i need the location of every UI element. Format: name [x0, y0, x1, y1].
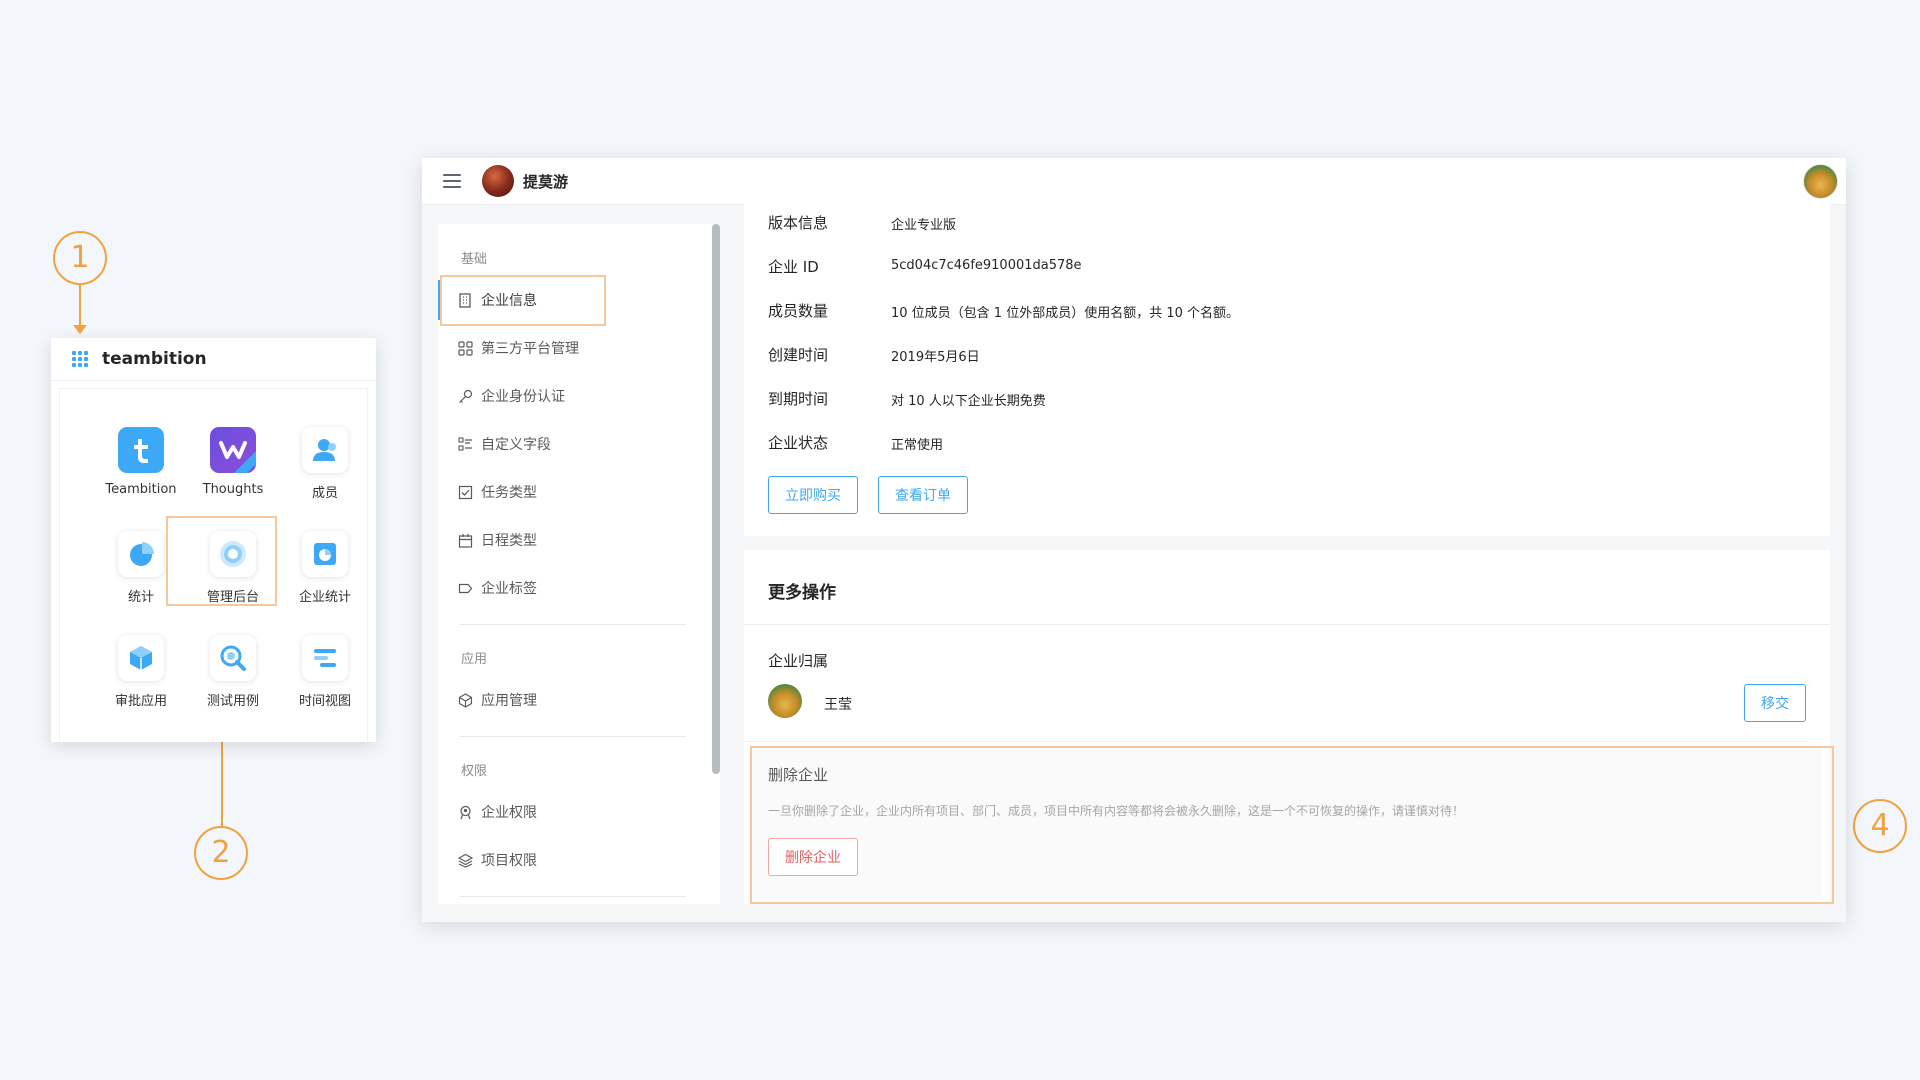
- sidebar-group-apps: 应用: [461, 652, 488, 667]
- app-label: 时间视图: [298, 694, 351, 709]
- card-divider: [744, 624, 1830, 625]
- info-label-created: 创建时间: [768, 346, 829, 364]
- app-label: 成员: [311, 486, 338, 501]
- app-approval[interactable]: 审批应用: [96, 635, 186, 709]
- info-label-members: 成员数量: [768, 302, 829, 320]
- annotation-arrow-1: [73, 325, 87, 334]
- settings-sidebar: 基础 企业信息 第三方平台管理 企业身份认证 自定义字段 任务类型 日程类型 企…: [438, 224, 720, 904]
- sidebar-item-label: 日程类型: [481, 533, 537, 549]
- calendar-icon: [457, 532, 473, 548]
- enterprise-stats-icon: [302, 531, 348, 577]
- app-label: Thoughts: [202, 482, 264, 497]
- annotation-marker-2: 2: [194, 826, 248, 880]
- enterprise-info-card: 版本信息 企业专业版 企业 ID 5cd04c7c46fe910001da578…: [744, 204, 1830, 536]
- app-thoughts[interactable]: Thoughts: [188, 427, 278, 497]
- info-value-created: 2019年5月6日: [891, 350, 980, 365]
- annotation-marker-1: 1: [53, 231, 107, 285]
- sidebar-group-permissions: 权限: [461, 764, 488, 779]
- cube-icon: [457, 692, 473, 708]
- buy-now-button[interactable]: 立即购买: [768, 476, 858, 514]
- info-label-version: 版本信息: [768, 214, 829, 232]
- annotation-marker-4: 4: [1853, 799, 1907, 853]
- info-label-id: 企业 ID: [768, 258, 819, 276]
- info-value-expiry: 对 10 人以下企业长期免费: [891, 394, 1046, 409]
- app-test-case[interactable]: 测试用例: [188, 635, 278, 709]
- sidebar-item-label: 任务类型: [481, 485, 537, 501]
- highlight-delete-enterprise: [750, 746, 1834, 904]
- sidebar-item-label: 企业标签: [481, 581, 537, 597]
- sidebar-item-project-permissions[interactable]: 项目权限: [438, 840, 688, 880]
- sidebar-scrollbar[interactable]: [712, 224, 720, 774]
- approval-cube-icon: [118, 635, 164, 681]
- sidebar-item-third-party[interactable]: 第三方平台管理: [438, 328, 688, 368]
- sidebar-item-task-types[interactable]: 任务类型: [438, 472, 688, 512]
- app-label: 测试用例: [206, 694, 259, 709]
- ownership-title: 企业归属: [768, 652, 829, 670]
- teambition-logo-icon: [118, 427, 164, 473]
- highlight-enterprise-info: [440, 275, 606, 326]
- sidebar-item-label: 应用管理: [481, 693, 537, 709]
- organization-logo: [482, 165, 514, 197]
- owner-name: 王莹: [824, 697, 852, 713]
- sidebar-item-label: 企业身份认证: [481, 389, 565, 405]
- app-grid-icon[interactable]: [72, 351, 88, 367]
- sidebar-item-identity-auth[interactable]: 企业身份认证: [438, 376, 688, 416]
- app-timeline[interactable]: 时间视图: [280, 635, 370, 709]
- sidebar-item-custom-fields[interactable]: 自定义字段: [438, 424, 688, 464]
- user-avatar[interactable]: [1803, 164, 1838, 199]
- sidebar-item-label: 项目权限: [481, 853, 537, 869]
- key-icon: [457, 388, 473, 404]
- organization-name[interactable]: 提莫游: [523, 171, 568, 192]
- apps-grid-icon: [457, 340, 473, 356]
- checkbox-icon: [457, 484, 473, 500]
- sidebar-item-app-management[interactable]: 应用管理: [438, 680, 688, 720]
- sidebar-group-basic: 基础: [461, 252, 488, 267]
- layers-icon: [457, 852, 473, 868]
- annotation-line-1: [79, 284, 81, 328]
- app-label: 审批应用: [114, 694, 167, 709]
- brand-name: teambition: [102, 349, 207, 369]
- launcher-header: teambition: [51, 338, 376, 381]
- owner-avatar: [768, 684, 802, 718]
- sidebar-item-enterprise-tags[interactable]: 企业标签: [438, 568, 688, 608]
- form-fields-icon: [457, 436, 473, 452]
- info-value-version: 企业专业版: [891, 218, 957, 233]
- sidebar-item-label: 第三方平台管理: [481, 341, 579, 357]
- top-bar: 提莫游: [422, 158, 1846, 205]
- sidebar-item-label: 企业权限: [481, 805, 537, 821]
- sidebar-divider: [460, 896, 686, 897]
- info-label-status: 企业状态: [768, 434, 829, 452]
- sidebar-item-enterprise-permissions[interactable]: 企业权限: [438, 792, 688, 832]
- sidebar-item-schedule-types[interactable]: 日程类型: [438, 520, 688, 560]
- members-icon: [302, 427, 348, 473]
- timeline-icon: [302, 635, 348, 681]
- pie-chart-icon: [118, 531, 164, 577]
- ownership-divider: [744, 741, 1808, 742]
- info-label-expiry: 到期时间: [768, 390, 829, 408]
- info-value-id: 5cd04c7c46fe910001da578e: [891, 258, 1082, 273]
- app-members[interactable]: 成员: [280, 427, 370, 501]
- info-value-status: 正常使用: [891, 438, 944, 453]
- sidebar-divider: [460, 624, 686, 625]
- view-orders-button[interactable]: 查看订单: [878, 476, 968, 514]
- app-label: Teambition: [105, 482, 177, 497]
- hamburger-menu-icon[interactable]: [443, 174, 461, 188]
- app-teambition[interactable]: Teambition: [96, 427, 186, 497]
- test-case-icon: [210, 635, 256, 681]
- info-value-members: 10 位成员（包含 1 位外部成员）使用名额，共 10 个名额。: [891, 306, 1240, 321]
- transfer-button[interactable]: 移交: [1744, 684, 1806, 722]
- app-enterprise-stats[interactable]: 企业统计: [280, 531, 370, 605]
- badge-user-icon: [457, 804, 473, 820]
- app-label: 企业统计: [298, 590, 351, 605]
- more-operations-title: 更多操作: [768, 583, 836, 603]
- sidebar-item-label: 自定义字段: [481, 437, 551, 453]
- highlight-admin-console: [166, 516, 277, 606]
- tag-icon: [457, 580, 473, 596]
- thoughts-logo-icon: [210, 427, 256, 473]
- sidebar-divider: [460, 736, 686, 737]
